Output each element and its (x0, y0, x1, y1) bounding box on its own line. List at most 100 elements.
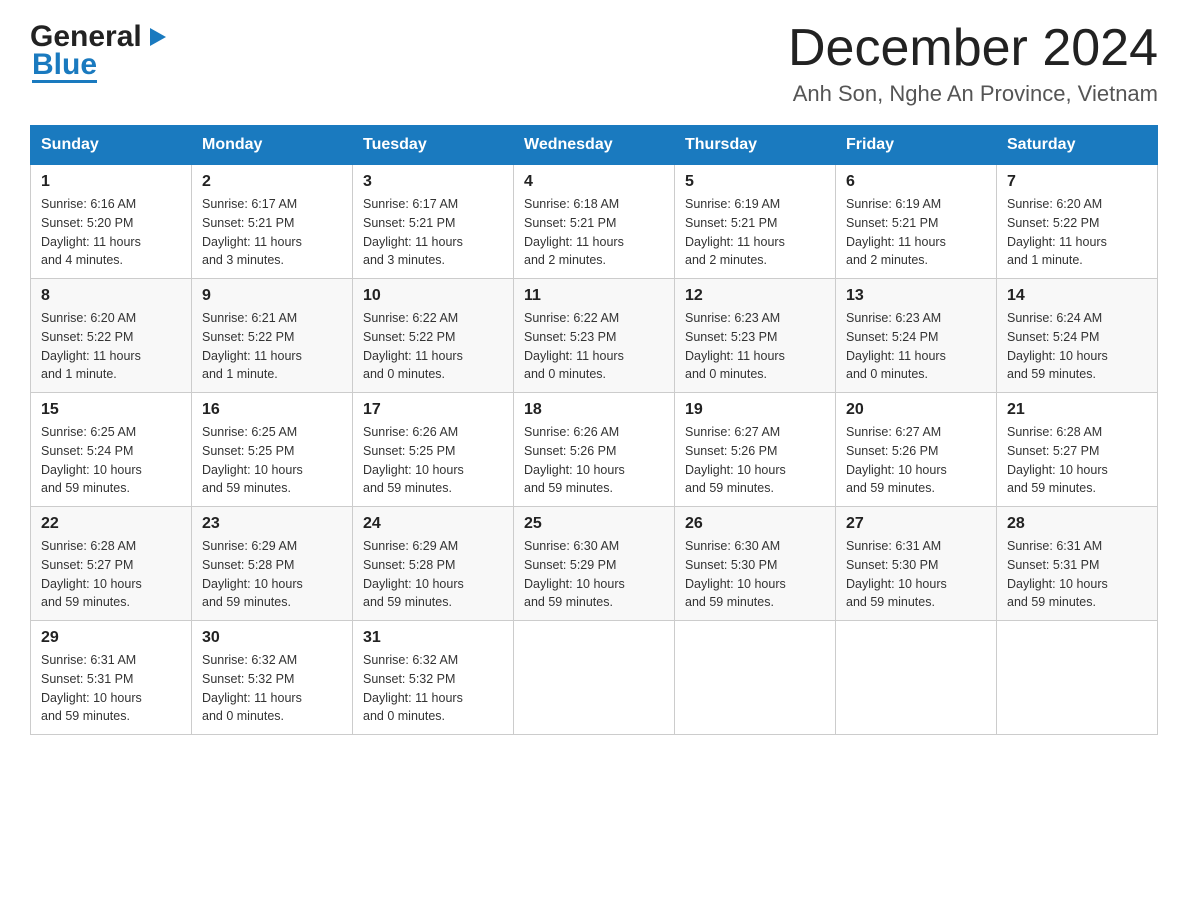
day-info: Sunrise: 6:23 AMSunset: 5:23 PMDaylight:… (685, 309, 825, 384)
calendar-cell: 23Sunrise: 6:29 AMSunset: 5:28 PMDayligh… (192, 507, 353, 621)
day-info: Sunrise: 6:22 AMSunset: 5:22 PMDaylight:… (363, 309, 503, 384)
calendar-cell: 11 Sunrise: 6:22 AMSunset: 5:23 PMDayligh… (514, 279, 675, 393)
calendar-cell: 27 Sunrise: 6:31 AMSunset: 5:30 PMDayligh… (836, 507, 997, 621)
day-number: 29 (41, 629, 181, 647)
day-info: Sunrise: 6:18 AMSunset: 5:21 PMDaylight:… (524, 195, 664, 270)
day-info: Sunrise: 6:19 AMSunset: 5:21 PMDaylight:… (685, 195, 825, 270)
day-number: 12 (685, 287, 825, 305)
calendar-cell: 19Sunrise: 6:27 AMSunset: 5:26 PMDayligh… (675, 393, 836, 507)
day-number: 3 (363, 173, 503, 191)
header-saturday: Saturday (997, 126, 1158, 165)
calendar-cell (514, 621, 675, 735)
header-tuesday: Tuesday (353, 126, 514, 165)
day-number: 4 (524, 173, 664, 191)
header-wednesday: Wednesday (514, 126, 675, 165)
calendar-cell: 13Sunrise: 6:23 AMSunset: 5:24 PMDayligh… (836, 279, 997, 393)
calendar-cell: 3 Sunrise: 6:17 AMSunset: 5:21 PMDaylight… (353, 165, 514, 279)
calendar-header-row: SundayMondayTuesdayWednesdayThursdayFrid… (31, 126, 1158, 165)
day-number: 9 (202, 287, 342, 305)
calendar-table: SundayMondayTuesdayWednesdayThursdayFrid… (30, 125, 1158, 735)
week-row-4: 22 Sunrise: 6:28 AMSunset: 5:27 PMDayligh… (31, 507, 1158, 621)
calendar-cell: 8 Sunrise: 6:20 AMSunset: 5:22 PMDaylight… (31, 279, 192, 393)
calendar-cell: 28 Sunrise: 6:31 AMSunset: 5:31 PMDayligh… (997, 507, 1158, 621)
calendar-cell: 30Sunrise: 6:32 AMSunset: 5:32 PMDayligh… (192, 621, 353, 735)
day-info: Sunrise: 6:22 AMSunset: 5:23 PMDaylight:… (524, 309, 664, 384)
calendar-cell: 16Sunrise: 6:25 AMSunset: 5:25 PMDayligh… (192, 393, 353, 507)
calendar-cell: 5 Sunrise: 6:19 AMSunset: 5:21 PMDaylight… (675, 165, 836, 279)
calendar-cell: 24Sunrise: 6:29 AMSunset: 5:28 PMDayligh… (353, 507, 514, 621)
day-number: 26 (685, 515, 825, 533)
day-info: Sunrise: 6:29 AMSunset: 5:28 PMDaylight:… (363, 537, 503, 612)
day-info: Sunrise: 6:31 AMSunset: 5:31 PMDaylight:… (41, 651, 181, 726)
week-row-3: 15 Sunrise: 6:25 AMSunset: 5:24 PMDayligh… (31, 393, 1158, 507)
day-number: 20 (846, 401, 986, 419)
day-info: Sunrise: 6:17 AMSunset: 5:21 PMDaylight:… (363, 195, 503, 270)
calendar-cell: 7Sunrise: 6:20 AMSunset: 5:22 PMDaylight… (997, 165, 1158, 279)
calendar-cell: 1 Sunrise: 6:16 AMSunset: 5:20 PMDaylight… (31, 165, 192, 279)
calendar-cell: 9 Sunrise: 6:21 AMSunset: 5:22 PMDaylight… (192, 279, 353, 393)
page-header: General Blue December 2024 Anh Son, Nghe… (30, 20, 1158, 107)
calendar-cell: 14 Sunrise: 6:24 AMSunset: 5:24 PMDayligh… (997, 279, 1158, 393)
calendar-cell: 2Sunrise: 6:17 AMSunset: 5:21 PMDaylight… (192, 165, 353, 279)
day-number: 5 (685, 173, 825, 191)
day-info: Sunrise: 6:30 AMSunset: 5:30 PMDaylight:… (685, 537, 825, 612)
day-number: 14 (1007, 287, 1147, 305)
day-number: 31 (363, 629, 503, 647)
logo-triangle-icon (146, 26, 168, 48)
day-info: Sunrise: 6:30 AMSunset: 5:29 PMDaylight:… (524, 537, 664, 612)
calendar-cell: 29 Sunrise: 6:31 AMSunset: 5:31 PMDayligh… (31, 621, 192, 735)
day-info: Sunrise: 6:24 AMSunset: 5:24 PMDaylight:… (1007, 309, 1147, 384)
day-number: 19 (685, 401, 825, 419)
calendar-cell: 17 Sunrise: 6:26 AMSunset: 5:25 PMDayligh… (353, 393, 514, 507)
day-number: 8 (41, 287, 181, 305)
day-info: Sunrise: 6:31 AMSunset: 5:30 PMDaylight:… (846, 537, 986, 612)
day-number: 2 (202, 173, 342, 191)
day-number: 27 (846, 515, 986, 533)
day-info: Sunrise: 6:28 AMSunset: 5:27 PMDaylight:… (41, 537, 181, 612)
day-number: 10 (363, 287, 503, 305)
day-number: 30 (202, 629, 342, 647)
header-thursday: Thursday (675, 126, 836, 165)
calendar-cell: 6 Sunrise: 6:19 AMSunset: 5:21 PMDaylight… (836, 165, 997, 279)
calendar-cell: 21 Sunrise: 6:28 AMSunset: 5:27 PMDayligh… (997, 393, 1158, 507)
calendar-cell (836, 621, 997, 735)
day-number: 15 (41, 401, 181, 419)
day-number: 18 (524, 401, 664, 419)
calendar-cell: 12 Sunrise: 6:23 AMSunset: 5:23 PMDayligh… (675, 279, 836, 393)
calendar-cell: 22 Sunrise: 6:28 AMSunset: 5:27 PMDayligh… (31, 507, 192, 621)
calendar-cell: 4 Sunrise: 6:18 AMSunset: 5:21 PMDaylight… (514, 165, 675, 279)
calendar-cell: 25 Sunrise: 6:30 AMSunset: 5:29 PMDayligh… (514, 507, 675, 621)
day-number: 17 (363, 401, 503, 419)
day-info: Sunrise: 6:20 AMSunset: 5:22 PMDaylight:… (1007, 195, 1147, 270)
day-info: Sunrise: 6:28 AMSunset: 5:27 PMDaylight:… (1007, 423, 1147, 498)
day-number: 23 (202, 515, 342, 533)
day-info: Sunrise: 6:27 AMSunset: 5:26 PMDaylight:… (846, 423, 986, 498)
calendar-cell: 10 Sunrise: 6:22 AMSunset: 5:22 PMDayligh… (353, 279, 514, 393)
calendar-cell: 20 Sunrise: 6:27 AMSunset: 5:26 PMDayligh… (836, 393, 997, 507)
day-info: Sunrise: 6:20 AMSunset: 5:22 PMDaylight:… (41, 309, 181, 384)
logo-blue-text: Blue (32, 50, 97, 83)
day-number: 11 (524, 287, 664, 305)
day-info: Sunrise: 6:21 AMSunset: 5:22 PMDaylight:… (202, 309, 342, 384)
day-number: 28 (1007, 515, 1147, 533)
day-info: Sunrise: 6:25 AMSunset: 5:24 PMDaylight:… (41, 423, 181, 498)
day-number: 21 (1007, 401, 1147, 419)
day-info: Sunrise: 6:32 AMSunset: 5:32 PMDaylight:… (363, 651, 503, 726)
calendar-cell: 15 Sunrise: 6:25 AMSunset: 5:24 PMDayligh… (31, 393, 192, 507)
calendar-cell: 26 Sunrise: 6:30 AMSunset: 5:30 PMDayligh… (675, 507, 836, 621)
day-info: Sunrise: 6:31 AMSunset: 5:31 PMDaylight:… (1007, 537, 1147, 612)
day-info: Sunrise: 6:19 AMSunset: 5:21 PMDaylight:… (846, 195, 986, 270)
day-number: 6 (846, 173, 986, 191)
calendar-cell: 31 Sunrise: 6:32 AMSunset: 5:32 PMDayligh… (353, 621, 514, 735)
day-info: Sunrise: 6:26 AMSunset: 5:26 PMDaylight:… (524, 423, 664, 498)
day-number: 25 (524, 515, 664, 533)
day-info: Sunrise: 6:26 AMSunset: 5:25 PMDaylight:… (363, 423, 503, 498)
day-number: 1 (41, 173, 181, 191)
week-row-2: 8 Sunrise: 6:20 AMSunset: 5:22 PMDaylight… (31, 279, 1158, 393)
day-info: Sunrise: 6:25 AMSunset: 5:25 PMDaylight:… (202, 423, 342, 498)
day-info: Sunrise: 6:16 AMSunset: 5:20 PMDaylight:… (41, 195, 181, 270)
calendar-cell (997, 621, 1158, 735)
day-number: 22 (41, 515, 181, 533)
week-row-1: 1 Sunrise: 6:16 AMSunset: 5:20 PMDaylight… (31, 165, 1158, 279)
title-block: December 2024 Anh Son, Nghe An Province,… (788, 20, 1158, 107)
